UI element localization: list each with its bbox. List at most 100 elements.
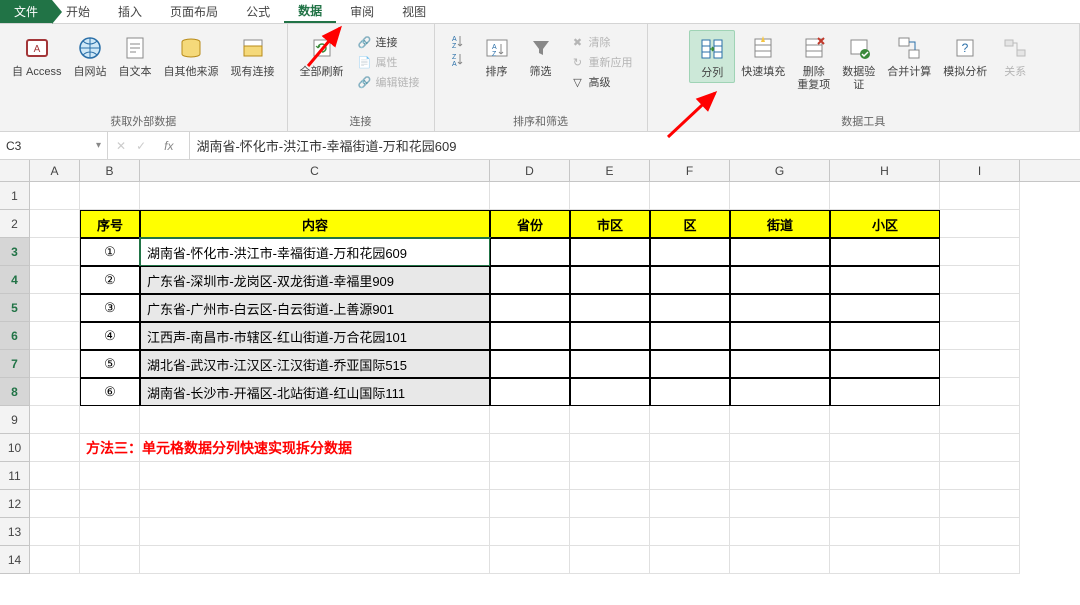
col-header-i[interactable]: I — [940, 160, 1020, 181]
cell[interactable] — [30, 518, 80, 546]
tab-formulas[interactable]: 公式 — [232, 0, 284, 23]
col-header-a[interactable]: A — [30, 160, 80, 181]
row-header-9[interactable]: 9 — [0, 406, 30, 434]
cell[interactable] — [650, 546, 730, 574]
cell[interactable] — [80, 182, 140, 210]
clear-filter-item[interactable]: ✖清除 — [567, 32, 637, 52]
sort-desc-item[interactable]: ZA — [445, 50, 471, 68]
row-header-14[interactable]: 14 — [0, 546, 30, 574]
cell[interactable] — [140, 490, 490, 518]
table-cell-content[interactable]: 湖南省-长沙市-开福区-北站街道-红山国际111 — [140, 378, 490, 406]
table-cell[interactable] — [830, 294, 940, 322]
table-cell[interactable] — [570, 350, 650, 378]
tab-insert[interactable]: 插入 — [104, 0, 156, 23]
cell[interactable] — [140, 182, 490, 210]
cell[interactable] — [80, 490, 140, 518]
cell[interactable] — [570, 434, 650, 462]
cell[interactable] — [570, 490, 650, 518]
table-cell-content[interactable]: 广东省-深圳市-龙岗区-双龙街道-幸福里909 — [140, 266, 490, 294]
from-other-button[interactable]: 自其他来源 — [158, 30, 225, 81]
cell[interactable] — [30, 406, 80, 434]
table-cell[interactable] — [490, 322, 570, 350]
note-cell[interactable]: 方法三：单元格数据分列快速实现拆分数据 — [80, 434, 140, 462]
data-validation-button[interactable]: 数据验 证 — [836, 30, 881, 94]
cell[interactable] — [140, 406, 490, 434]
table-cell[interactable] — [570, 378, 650, 406]
cell[interactable] — [30, 182, 80, 210]
table-cell[interactable] — [730, 322, 830, 350]
file-menu[interactable]: 文件 — [0, 0, 52, 23]
table-cell[interactable] — [730, 350, 830, 378]
tab-layout[interactable]: 页面布局 — [156, 0, 232, 23]
refresh-all-button[interactable]: 全部刷新 — [294, 30, 350, 81]
cell[interactable] — [30, 462, 80, 490]
cell[interactable] — [940, 462, 1020, 490]
table-cell-num[interactable]: ② — [80, 266, 140, 294]
cell[interactable] — [490, 182, 570, 210]
cell[interactable] — [830, 462, 940, 490]
cell[interactable] — [80, 518, 140, 546]
table-cell[interactable] — [650, 350, 730, 378]
table-header-province[interactable]: 省份 — [490, 210, 570, 238]
cell[interactable] — [30, 378, 80, 406]
cell[interactable] — [730, 182, 830, 210]
table-cell[interactable] — [730, 378, 830, 406]
cell[interactable] — [650, 518, 730, 546]
relationships-button[interactable]: 关系 — [993, 30, 1037, 81]
cell[interactable] — [830, 434, 940, 462]
from-web-button[interactable]: 自网站 — [68, 30, 113, 81]
table-header-district[interactable]: 区 — [650, 210, 730, 238]
cell[interactable] — [140, 546, 490, 574]
from-access-button[interactable]: A 自 Access — [6, 30, 68, 81]
table-cell-num[interactable]: ⑥ — [80, 378, 140, 406]
table-cell[interactable] — [830, 378, 940, 406]
table-cell[interactable] — [730, 294, 830, 322]
table-cell[interactable] — [650, 294, 730, 322]
col-header-c[interactable]: C — [140, 160, 490, 181]
cell[interactable] — [730, 434, 830, 462]
cell[interactable] — [940, 490, 1020, 518]
row-header-11[interactable]: 11 — [0, 462, 30, 490]
row-header-4[interactable]: 4 — [0, 266, 30, 294]
table-cell[interactable] — [730, 266, 830, 294]
table-cell[interactable] — [650, 266, 730, 294]
table-cell[interactable] — [570, 266, 650, 294]
existing-conn-button[interactable]: 现有连接 — [225, 30, 281, 81]
col-header-e[interactable]: E — [570, 160, 650, 181]
cell[interactable] — [940, 518, 1020, 546]
table-header-num[interactable]: 序号 — [80, 210, 140, 238]
cell[interactable] — [650, 434, 730, 462]
cell[interactable] — [490, 434, 570, 462]
row-header-3[interactable]: 3 — [0, 238, 30, 266]
advanced-item[interactable]: ▽高级 — [567, 72, 637, 92]
table-header-content[interactable]: 内容 — [140, 210, 490, 238]
cell[interactable] — [570, 406, 650, 434]
sort-asc-item[interactable]: AZ — [445, 32, 471, 50]
cell[interactable] — [140, 518, 490, 546]
table-cell[interactable] — [490, 378, 570, 406]
table-cell[interactable] — [730, 238, 830, 266]
cell[interactable] — [30, 546, 80, 574]
reapply-item[interactable]: ↻重新应用 — [567, 52, 637, 72]
table-cell[interactable] — [490, 266, 570, 294]
cell[interactable] — [830, 518, 940, 546]
table-cell[interactable] — [490, 238, 570, 266]
row-header-8[interactable]: 8 — [0, 378, 30, 406]
cell[interactable] — [570, 182, 650, 210]
col-header-f[interactable]: F — [650, 160, 730, 181]
cell[interactable] — [490, 462, 570, 490]
sort-button[interactable]: AZ 排序 — [475, 30, 519, 81]
select-all-corner[interactable] — [0, 160, 30, 181]
table-cell[interactable] — [650, 322, 730, 350]
table-cell-content[interactable]: 广东省-广州市-白云区-白云街道-上善源901 — [140, 294, 490, 322]
cell[interactable] — [830, 546, 940, 574]
cell[interactable] — [80, 406, 140, 434]
table-cell[interactable] — [650, 238, 730, 266]
enter-icon[interactable]: ✓ — [136, 139, 146, 153]
row-header-10[interactable]: 10 — [0, 434, 30, 462]
table-cell-num[interactable]: ⑤ — [80, 350, 140, 378]
text-to-columns-button[interactable]: 分列 — [689, 30, 735, 83]
cell[interactable] — [730, 518, 830, 546]
table-cell[interactable] — [830, 238, 940, 266]
col-header-g[interactable]: G — [730, 160, 830, 181]
